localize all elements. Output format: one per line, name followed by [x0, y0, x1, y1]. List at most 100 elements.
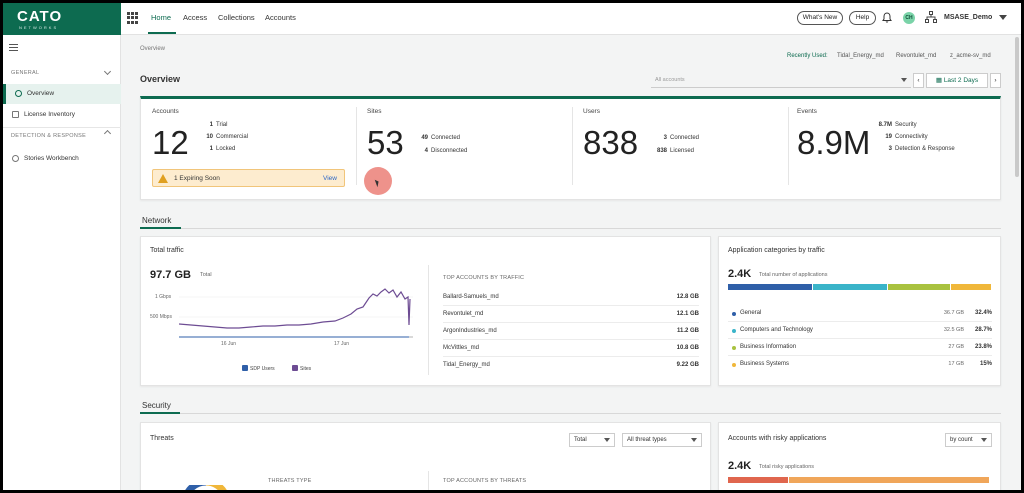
help-button[interactable]: Help: [849, 11, 876, 25]
users-stat[interactable]: Users 838 3 Connected 838 Licensed: [573, 99, 787, 189]
category-name[interactable]: Business Information: [740, 344, 796, 350]
legend-item-sites[interactable]: Sites: [292, 365, 311, 372]
section-underline: [140, 412, 180, 414]
checkbox-icon: [292, 365, 298, 371]
risky-apps-card: Accounts with risky applications by coun…: [718, 422, 1001, 490]
scrollbar[interactable]: [1015, 37, 1019, 177]
stat-line: 4 Disconnected: [424, 148, 468, 154]
stat-value: 838: [583, 124, 639, 161]
row-divider: [443, 322, 699, 323]
expiring-warning: 1 Expiring Soon View: [152, 169, 345, 187]
risky-total-label: Total risky applications: [759, 464, 815, 470]
view-link[interactable]: View: [323, 175, 337, 182]
next-period-button[interactable]: ›: [990, 73, 1001, 88]
bar-segment: [789, 477, 989, 483]
account-dropdown-icon[interactable]: [999, 15, 1007, 20]
divider: [428, 471, 429, 490]
sidebar-item-license-inventory[interactable]: License Inventory: [3, 105, 121, 125]
top-account-value: 9.22 GB: [676, 362, 699, 368]
logo-subtext: NETWORKS: [19, 25, 59, 30]
category-size: 17 GB: [948, 361, 964, 367]
bar-segment: [813, 284, 887, 290]
row-divider: [443, 305, 699, 306]
accounts-select[interactable]: All accounts: [651, 74, 911, 88]
apps-grid-icon[interactable]: [127, 12, 139, 24]
hamburger-icon[interactable]: [9, 44, 18, 51]
category-name[interactable]: General: [740, 310, 761, 316]
category-name[interactable]: Computers and Technology: [740, 327, 813, 333]
section-rule: [140, 413, 1001, 414]
legend-dot: [732, 329, 736, 333]
stat-value: 12: [152, 124, 189, 161]
tab-home[interactable]: Home: [151, 13, 171, 22]
top-account-name[interactable]: Tidal_Energy_md: [443, 362, 490, 368]
accounts-stat[interactable]: Accounts 12 1 Trial 10 Commercial 1 Locked …: [141, 99, 355, 189]
sidebar-item-stories-workbench[interactable]: Stories Workbench: [3, 149, 121, 169]
stat-line: 19 Connectivity: [885, 134, 928, 140]
x-tick-label: 17 Jun: [334, 341, 350, 347]
sidebar: GENERAL Overview License Inventory DETEC…: [3, 35, 121, 490]
main-content: Overview Recently Used: Tidal_Energy_md …: [121, 35, 1021, 490]
row-divider: [728, 355, 992, 356]
top-account-name[interactable]: McVittles_md: [443, 345, 479, 351]
sidebar-item-label: Overview: [27, 90, 55, 97]
stat-label: Users: [583, 108, 600, 115]
prev-period-button[interactable]: ‹: [913, 73, 924, 88]
category-size: 27 GB: [948, 344, 964, 350]
app-categories-card: Application categories by traffic 2.4K T…: [718, 236, 1001, 386]
risky-sort-select[interactable]: by count: [945, 433, 992, 447]
stat-line: 10 Commercial: [206, 134, 249, 140]
caret-down-icon: [901, 78, 907, 82]
tab-accounts[interactable]: Accounts: [265, 13, 296, 22]
categories-stacked-bar[interactable]: [728, 284, 992, 290]
period-label: Last 2 Days: [943, 77, 979, 84]
account-name[interactable]: MSASE_Demo: [944, 14, 992, 21]
logo-text: CATO: [17, 8, 63, 25]
top-account-name[interactable]: ArgonIndustries_md: [443, 328, 497, 334]
legend-dot: [732, 312, 736, 316]
top-account-name[interactable]: Ballard-Samuels_md: [443, 294, 499, 300]
card-title: Application categories by traffic: [728, 247, 825, 254]
row-divider: [728, 321, 992, 322]
tab-access[interactable]: Access: [183, 13, 207, 22]
threats-donut-chart[interactable]: [181, 485, 231, 490]
period-select[interactable]: ▦ Last 2 Days: [926, 73, 988, 88]
card-title: Accounts with risky applications: [728, 435, 827, 442]
threats-total-select[interactable]: Total: [569, 433, 615, 447]
recent-account-link[interactable]: Tidal_Energy_md: [837, 53, 884, 59]
stat-value: 53: [367, 124, 404, 161]
whats-new-button[interactable]: What's New: [797, 11, 843, 25]
sidebar-divider: [3, 127, 121, 128]
checkbox-icon: [242, 365, 248, 371]
chevron-up-icon[interactable]: [103, 129, 112, 138]
risky-stacked-bar[interactable]: [728, 477, 992, 483]
y-tick-label: 1 Gbps: [155, 294, 172, 300]
stat-value: 8.9M: [797, 124, 871, 161]
categories-total: 2.4K: [728, 268, 752, 280]
stat-line: 8.7M Security: [878, 122, 917, 128]
threats-type-header: THREATS TYPE: [268, 478, 312, 484]
top-account-name[interactable]: Revontulet_md: [443, 311, 483, 317]
logo[interactable]: CATO NETWORKS: [3, 3, 121, 35]
card-title: Total traffic: [150, 247, 184, 254]
bar-segment: [728, 477, 788, 483]
recent-account-link[interactable]: z_acme-sv_md: [950, 53, 991, 59]
traffic-line-chart[interactable]: [179, 285, 413, 345]
stat-line: 1 Locked: [209, 146, 236, 152]
category-name[interactable]: Business Systems: [740, 361, 789, 367]
threat-types-select[interactable]: All threat types: [622, 433, 702, 447]
events-stat[interactable]: Events 8.9M 8.7M Security 19 Connectivity …: [789, 99, 1001, 189]
recently-used-label: Recently Used:: [787, 53, 828, 59]
chevron-down-icon[interactable]: [103, 67, 112, 76]
recent-account-link[interactable]: Revontulet_md: [896, 53, 936, 59]
stat-line: 3 Detection & Response: [888, 146, 955, 152]
sidebar-item-overview[interactable]: Overview: [3, 84, 121, 104]
traffic-total-label: Total: [200, 272, 212, 278]
legend-item-sdp-users[interactable]: SDP Users: [242, 365, 275, 372]
breadcrumb[interactable]: Overview: [140, 46, 165, 52]
caret-down-icon: [604, 438, 610, 442]
bell-icon[interactable]: [882, 12, 892, 23]
avatar[interactable]: CH: [903, 12, 915, 24]
total-traffic-card: Total traffic 97.7 GB Total 1 Gbps 500 M…: [140, 236, 711, 386]
tab-collections[interactable]: Collections: [218, 13, 255, 22]
